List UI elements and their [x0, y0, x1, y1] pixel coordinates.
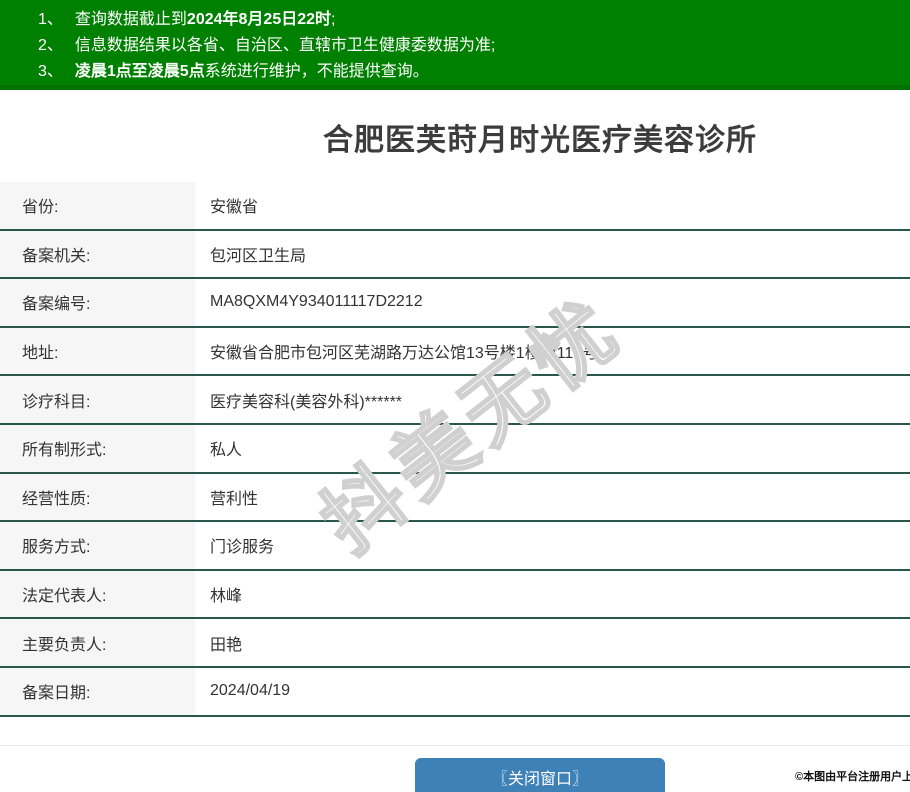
- table-row: 地址: 安徽省合肥市包河区芜湖路万达公馆13号楼1楼商117号: [0, 327, 910, 377]
- notice-text-bold: 2024年8月25日22时: [186, 11, 332, 28]
- notice-text: ;: [331, 11, 336, 28]
- notice-number: 1、: [38, 11, 63, 28]
- row-label: 备案机关:: [0, 230, 195, 278]
- row-value: 门诊服务: [210, 539, 275, 557]
- row-value: 医疗美容科(美容外科)******: [210, 393, 403, 411]
- notice-line-1: 1、 查询数据截止到2024年8月25日22时;: [38, 7, 910, 33]
- notice-text-bold: 凌晨1点至凌晨5点: [74, 63, 205, 80]
- table-row: 备案日期: 2024/04/19: [0, 667, 910, 717]
- row-label: 备案编号:: [0, 279, 195, 326]
- row-value: 田艳: [210, 636, 243, 654]
- row-label: 地址:: [0, 327, 195, 375]
- table-row: 法定代表人: 林峰: [0, 570, 910, 620]
- row-value: 安徽省: [210, 199, 259, 217]
- table-row: 经营性质: 营利性: [0, 473, 910, 523]
- row-value: 包河区卫生局: [210, 247, 307, 265]
- row-label: 主要负责人:: [0, 619, 195, 666]
- upload-note: ©本图由平台注册用户上传: [795, 771, 910, 783]
- table-row: 省份: 安徽省: [0, 182, 910, 231]
- row-label: 经营性质:: [0, 473, 195, 521]
- notice-number: 3、: [38, 63, 63, 80]
- table-row: 服务方式: 门诊服务: [0, 522, 910, 571]
- notice-number: 2、: [38, 37, 63, 54]
- table-row: 诊疗科目: 医疗美容科(美容外科)******: [0, 376, 910, 425]
- table-row: 备案机关: 包河区卫生局: [0, 230, 910, 280]
- row-value: 2024/04/19: [210, 682, 291, 700]
- row-label: 诊疗科目:: [0, 376, 195, 423]
- notice-text: 系统进行维护，不能提供查询。: [204, 63, 429, 80]
- notice-banner: 1、 查询数据截止到2024年8月25日22时; 2、 信息数据结果以各省、自治区、…: [0, 0, 910, 90]
- row-value: 营利性: [210, 490, 259, 508]
- notice-line-3: 3、 凌晨1点至凌晨5点系统进行维护，不能提供查询。: [38, 59, 910, 85]
- record-table: 省份: 安徽省 备案机关: 包河区卫生局 备案编号: MA8QXM4Y93401…: [0, 182, 910, 717]
- page-title: 合肥医芙莳月时光医疗美容诊所: [323, 124, 757, 157]
- close-window-button[interactable]: 〖关闭窗口〗: [415, 757, 665, 792]
- row-value: MA8QXM4Y934011117D2212: [210, 293, 423, 311]
- notice-line-2: 2、 信息数据结果以各省、自治区、直辖市卫生健康委数据为准;: [38, 33, 910, 59]
- table-row: 所有制形式: 私人: [0, 424, 910, 474]
- row-label: 服务方式:: [0, 522, 195, 569]
- row-label: 法定代表人:: [0, 570, 195, 618]
- row-value: 林峰: [210, 588, 243, 606]
- notice-text: 信息数据结果以各省、自治区、直辖市卫生健康委数据为准;: [74, 37, 496, 54]
- table-row: 主要负责人: 田艳: [0, 619, 910, 668]
- row-label: 省份:: [0, 182, 195, 229]
- row-label: 所有制形式:: [0, 424, 195, 472]
- footer-divider: [0, 744, 910, 746]
- notice-text: 查询数据截止到: [74, 11, 187, 28]
- row-label: 备案日期:: [0, 667, 195, 715]
- row-value: 安徽省合肥市包河区芜湖路万达公馆13号楼1楼商117号: [210, 345, 599, 363]
- table-row: 备案编号: MA8QXM4Y934011117D2212: [0, 279, 910, 328]
- row-value: 私人: [210, 442, 243, 460]
- record-page: 1、 查询数据截止到2024年8月25日22时; 2、 信息数据结果以各省、自治区、…: [0, 0, 910, 792]
